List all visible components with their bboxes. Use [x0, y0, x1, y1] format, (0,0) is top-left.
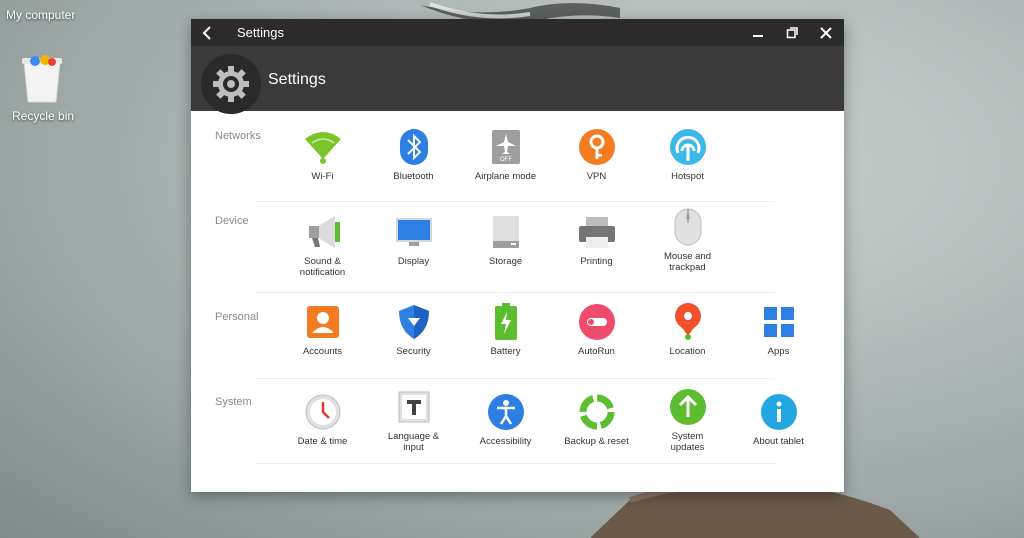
- update-arrow-icon: [669, 389, 706, 425]
- tile-label: Accessibility: [479, 436, 532, 447]
- tile-bluetooth[interactable]: Bluetooth: [368, 127, 459, 197]
- tile-label: Accounts: [302, 346, 343, 357]
- tile-autorun[interactable]: AutoRun: [551, 302, 642, 372]
- tile-label: Mouse and trackpad: [663, 251, 711, 273]
- monitor-icon: [395, 218, 432, 246]
- section-label-system: System: [215, 396, 252, 408]
- tile-label: VPN: [586, 171, 607, 182]
- minimize-button[interactable]: [748, 23, 768, 43]
- info-icon: [760, 394, 797, 430]
- apps-grid-icon: [763, 307, 794, 337]
- shield-icon: [398, 305, 429, 339]
- tile-label: Sound & notification: [299, 256, 346, 278]
- clock-icon: [305, 394, 340, 430]
- tile-label: Wi-Fi: [311, 171, 334, 182]
- tile-label: Language & input: [387, 431, 440, 453]
- tile-label: Security: [396, 346, 431, 357]
- tile-accessibility[interactable]: Accessibility: [460, 392, 551, 462]
- bluetooth-icon: [399, 129, 428, 165]
- my-computer-label[interactable]: My computer: [6, 8, 75, 22]
- tile-location[interactable]: Location: [642, 302, 733, 372]
- close-icon: [820, 26, 832, 39]
- settings-content: Networks Wi-Fi Bluetooth OFF Airplane mo…: [191, 111, 844, 492]
- battery-icon: [494, 303, 517, 340]
- section-divider: [255, 201, 775, 202]
- backup-reset-icon: [579, 394, 614, 430]
- printer-icon: [578, 217, 615, 248]
- section-label-personal: Personal: [215, 311, 259, 323]
- tile-sound-notification[interactable]: Sound & notification: [277, 212, 368, 282]
- tile-label: AutoRun: [578, 346, 615, 357]
- close-button[interactable]: [816, 23, 836, 43]
- tile-backup-reset[interactable]: Backup & reset: [551, 392, 642, 462]
- mouse-icon: [674, 208, 701, 246]
- tile-accounts[interactable]: Accounts: [277, 302, 368, 372]
- tile-printing[interactable]: Printing: [551, 212, 642, 282]
- window-title: Settings: [237, 25, 284, 40]
- tile-language-input[interactable]: Language & input: [368, 387, 459, 457]
- tile-label: Location: [669, 346, 706, 357]
- tile-mouse-trackpad[interactable]: Mouse and trackpad: [642, 207, 733, 277]
- gear-icon: [213, 66, 249, 102]
- recycle-bin-label[interactable]: Recycle bin: [12, 109, 74, 123]
- tile-display[interactable]: Display: [368, 212, 459, 282]
- svg-text:OFF: OFF: [500, 157, 512, 163]
- tile-about-tablet[interactable]: About tablet: [733, 392, 824, 462]
- accessibility-icon: [487, 394, 524, 430]
- hotspot-icon: [669, 129, 706, 165]
- account-icon: [306, 306, 339, 338]
- tile-battery[interactable]: Battery: [460, 302, 551, 372]
- tile-wifi[interactable]: Wi-Fi: [277, 127, 368, 197]
- tile-label: System updates: [670, 431, 705, 453]
- restore-icon: [786, 26, 798, 38]
- tile-storage[interactable]: Storage: [460, 212, 551, 282]
- tile-label: Printing: [580, 256, 613, 267]
- section-divider: [255, 463, 775, 464]
- tile-label: Battery: [490, 346, 521, 357]
- back-button[interactable]: [191, 19, 223, 46]
- tile-label: Backup & reset: [564, 436, 629, 447]
- section-divider: [255, 292, 775, 293]
- minimize-icon: [753, 34, 763, 37]
- airplane-mode-icon: OFF: [491, 130, 520, 164]
- tile-label: Airplane mode: [474, 171, 537, 182]
- text-t-icon: [398, 391, 429, 423]
- tile-apps[interactable]: Apps: [733, 302, 824, 372]
- tile-label: Storage: [488, 256, 523, 267]
- wifi-icon: [304, 132, 341, 164]
- section-label-networks: Networks: [215, 130, 261, 142]
- tile-system-updates[interactable]: System updates: [642, 387, 733, 457]
- tile-date-time[interactable]: Date & time: [277, 392, 368, 462]
- section-label-device: Device: [215, 215, 249, 227]
- location-pin-icon: [674, 303, 701, 340]
- settings-logo: [201, 54, 261, 114]
- tile-hotspot[interactable]: Hotspot: [642, 127, 733, 197]
- tile-label: Apps: [767, 346, 790, 357]
- tile-label: Date & time: [297, 436, 348, 447]
- tile-airplane-mode[interactable]: OFF Airplane mode: [460, 127, 551, 197]
- settings-window: Settings Settings Networks Wi-Fi Bluetoo…: [191, 19, 844, 492]
- tile-label: Bluetooth: [393, 171, 434, 182]
- tile-security[interactable]: Security: [368, 302, 459, 372]
- section-divider: [255, 378, 775, 379]
- recycle-bin-icon[interactable]: [18, 52, 66, 104]
- vpn-key-icon: [578, 129, 615, 165]
- tile-label: About tablet: [753, 436, 804, 447]
- storage-drive-icon: [492, 216, 519, 248]
- toggle-icon: [578, 304, 615, 340]
- settings-header: Settings: [191, 46, 844, 114]
- chevron-left-icon: [202, 25, 211, 40]
- megaphone-icon: [308, 216, 340, 248]
- header-title: Settings: [268, 71, 326, 88]
- maximize-button[interactable]: [782, 23, 802, 43]
- tile-label: Hotspot: [671, 171, 704, 182]
- title-bar: Settings: [191, 19, 844, 46]
- tile-label: Display: [397, 256, 430, 267]
- tile-vpn[interactable]: VPN: [551, 127, 642, 197]
